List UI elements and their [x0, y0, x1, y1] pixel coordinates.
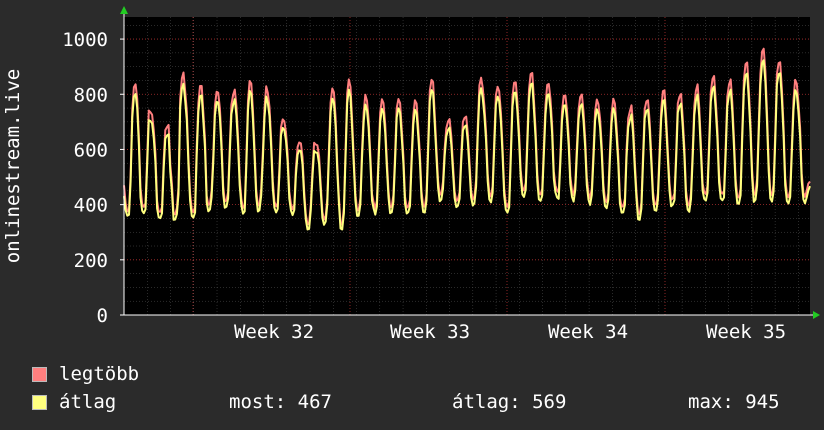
legend-label-legtobb: legtöbb	[59, 363, 140, 385]
legtobb-swatch	[32, 366, 47, 382]
y-tick-label: 200	[74, 250, 108, 272]
legend-item-legtobb: legtöbb	[32, 363, 139, 385]
x-tick-label: Week 35	[706, 321, 786, 343]
legend-label-atlag: átlag	[59, 391, 117, 413]
stat-max: max: 945	[688, 391, 780, 413]
x-tick-label: Week 33	[390, 321, 470, 343]
x-axis-arrow	[813, 311, 820, 319]
atlag-swatch	[32, 394, 47, 410]
y-axis-arrow	[120, 6, 128, 14]
y-tick-label: 0	[97, 305, 108, 327]
y-tick-label: 1000	[62, 29, 108, 51]
y-axis-label: onlinestream.live	[2, 69, 24, 263]
x-tick-label: Week 32	[234, 321, 314, 343]
stat-atlag: átlag: 569	[452, 391, 567, 413]
legend-item-atlag: átlag	[32, 391, 116, 413]
y-tick-label: 400	[74, 195, 108, 217]
y-tick-label: 800	[74, 84, 108, 106]
y-tick-label: 600	[74, 139, 108, 161]
x-tick-label: Week 34	[548, 321, 628, 343]
chart: 0 200 400 600 800 1000 Week 32 Week 33 Week 34 We…	[2, 6, 820, 343]
plot-background	[124, 17, 810, 315]
stat-most: most: 467	[229, 391, 332, 413]
